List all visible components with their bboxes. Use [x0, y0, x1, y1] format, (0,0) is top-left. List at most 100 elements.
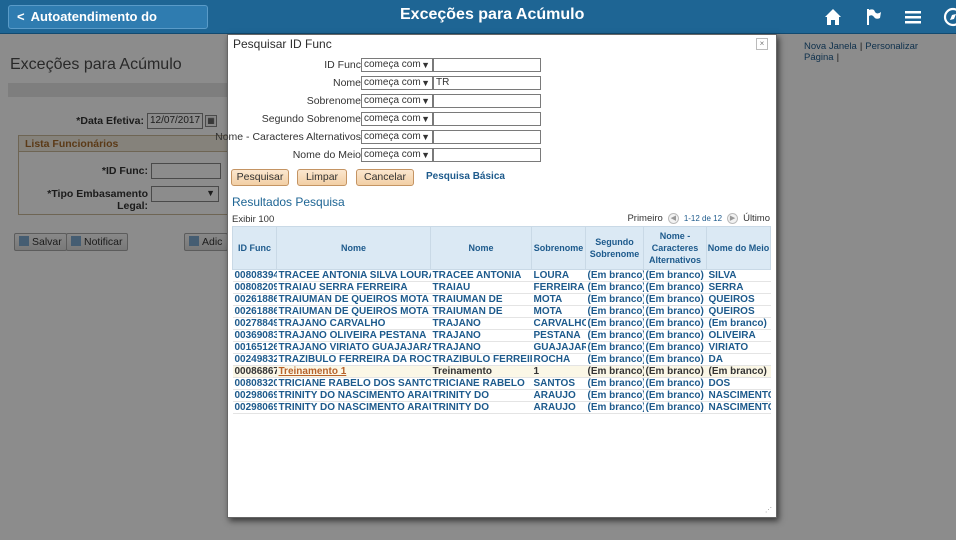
column-header[interactable]: Nome - Caracteres Alternativos — [643, 226, 707, 270]
column-header[interactable]: Nome — [430, 226, 532, 270]
table-cell[interactable]: QUEIROS — [706, 305, 771, 318]
table-cell[interactable]: TRAJANO — [430, 329, 532, 342]
table-row[interactable]: 00086867 Treinamento 1 Treinamento 1 (Em bra… — [232, 365, 771, 378]
next-icon[interactable]: ▶ — [727, 213, 739, 224]
table-cell[interactable]: PESTANA — [531, 329, 586, 342]
table-cell[interactable]: 00249832 — [232, 353, 277, 366]
table-cell[interactable]: (Em branco) — [585, 401, 644, 414]
table-cell[interactable]: SANTOS — [531, 377, 586, 390]
table-cell[interactable]: 00298069 — [232, 401, 277, 414]
criterion-value-input[interactable] — [433, 148, 541, 162]
table-cell[interactable]: TRAIUMAN DE — [430, 293, 532, 306]
table-cell[interactable]: DOS — [706, 377, 771, 390]
table-cell[interactable]: TRAZIBULO FERREIRA — [430, 353, 532, 366]
criterion-value-input[interactable]: TR — [433, 76, 541, 90]
table-row[interactable]: 00165126 TRAJANO VIRIATO GUAJAJARA TRAJANO… — [232, 341, 771, 354]
table-cell[interactable]: 00261886 — [232, 293, 277, 306]
close-icon[interactable]: × — [756, 38, 768, 50]
table-cell[interactable]: (Em branco) — [643, 341, 707, 354]
criterion-value-input[interactable] — [433, 94, 541, 108]
criterion-operator-select[interactable]: começa com ▼ — [361, 94, 433, 108]
flag-icon[interactable] — [862, 6, 884, 28]
ultimo-link[interactable]: Último — [743, 213, 770, 224]
table-cell[interactable]: (Em branco) — [643, 365, 707, 378]
table-cell[interactable]: TRAIUMAN DE — [430, 305, 532, 318]
table-cell[interactable]: TRINITY DO NASCIMENTO ARAUJO — [276, 389, 431, 402]
table-cell[interactable]: VIRIATO — [706, 341, 771, 354]
nova-janela-link[interactable]: Nova Janela — [804, 41, 857, 52]
table-cell[interactable]: 00086867 — [232, 365, 277, 378]
table-cell[interactable]: TRAIUMAN DE QUEIROS MOTA — [276, 305, 431, 318]
table-cell[interactable]: NASCIMENTO — [706, 389, 771, 402]
calendar-icon[interactable]: ▦ — [205, 115, 217, 127]
table-cell[interactable]: (Em branco) — [585, 353, 644, 366]
table-cell[interactable]: TRAJANO — [430, 341, 532, 354]
table-row[interactable]: 00261886 TRAIUMAN DE QUEIROS MOTA TRAIUMAN… — [232, 293, 771, 306]
table-cell[interactable]: OLIVEIRA — [706, 329, 771, 342]
table-cell[interactable]: TRACEE ANTONIA SILVA LOURA — [276, 269, 431, 282]
table-cell[interactable]: TRICIANE RABELO — [430, 377, 532, 390]
pesquisa-basica-link[interactable]: Pesquisa Básica — [426, 171, 505, 182]
table-cell[interactable]: TRACEE ANTONIA — [430, 269, 532, 282]
table-cell[interactable]: 00808320 — [232, 377, 277, 390]
table-cell[interactable]: TRINITY DO — [430, 389, 532, 402]
table-row[interactable]: 00298069TRINITY DO NASCIMENTO ARAUJOTRIN… — [232, 401, 771, 414]
primeiro-link[interactable]: Primeiro — [627, 213, 662, 224]
id-func-input[interactable] — [151, 163, 221, 179]
table-cell[interactable]: ROCHA — [531, 353, 586, 366]
table-cell[interactable]: 00808394 — [232, 269, 277, 282]
table-cell[interactable]: (Em branco) — [585, 365, 644, 378]
adicionar-button[interactable]: Adic — [184, 233, 228, 251]
table-cell[interactable]: TRAJANO VIRIATO GUAJAJARA — [276, 341, 431, 354]
table-row[interactable]: 00278849 TRAJANO CARVALHO TRAJANO CARVALHO(… — [232, 317, 771, 330]
table-cell-link[interactable]: Treinamento 1 — [279, 366, 347, 377]
table-cell[interactable]: (Em branco) — [706, 365, 771, 378]
table-cell[interactable]: (Em branco) — [706, 317, 771, 330]
table-cell[interactable]: TRAIAU SERRA FERREIRA — [276, 281, 431, 294]
criterion-operator-select[interactable]: começa com ▼ — [361, 148, 433, 162]
column-header[interactable]: ID Func — [232, 226, 277, 270]
table-row[interactable]: 00808394 TRACEE ANTONIA SILVA LOURA TRACEE… — [232, 269, 771, 282]
criterion-value-input[interactable] — [433, 58, 541, 72]
home-icon[interactable] — [822, 6, 844, 28]
table-cell[interactable]: TRINITY DO NASCIMENTO ARAUJO — [276, 401, 431, 414]
table-cell[interactable]: Treinamento — [430, 365, 532, 378]
table-cell[interactable]: MOTA — [531, 293, 586, 306]
criterion-operator-select[interactable]: começa com ▼ — [361, 130, 433, 144]
table-cell[interactable]: GUAJAJARA — [531, 341, 586, 354]
table-cell[interactable]: (Em branco) — [643, 401, 707, 414]
table-cell[interactable]: (Em branco) — [585, 305, 644, 318]
compass-icon[interactable] — [942, 6, 956, 28]
column-header[interactable]: Segundo Sobrenome — [585, 226, 644, 270]
table-cell[interactable]: TRAJANO — [430, 317, 532, 330]
table-cell[interactable]: (Em branco) — [643, 281, 707, 294]
table-cell[interactable]: MOTA — [531, 305, 586, 318]
table-cell[interactable]: 00808209 — [232, 281, 277, 294]
table-cell[interactable]: FERREIRA — [531, 281, 586, 294]
table-row[interactable]: 00808209 TRAIAU SERRA FERREIRA TRAIAU FERRE… — [232, 281, 771, 294]
criterion-value-input[interactable] — [433, 130, 541, 144]
table-cell[interactable]: TRAZIBULO FERREIRA DA ROCHA — [276, 353, 431, 366]
table-cell[interactable]: 00261886 — [232, 305, 277, 318]
table-cell[interactable]: (Em branco) — [585, 377, 644, 390]
criterion-operator-select[interactable]: começa com ▼ — [361, 112, 433, 126]
table-cell[interactable]: (Em branco) — [643, 389, 707, 402]
table-cell[interactable]: 1 — [531, 365, 586, 378]
table-row[interactable]: 00808320 TRICIANE RABELO DOS SANTOS TRICIA… — [232, 377, 771, 390]
table-row[interactable]: 00249832 TRAZIBULO FERREIRA DA ROCHA TRAZI… — [232, 353, 771, 366]
table-cell[interactable]: TRICIANE RABELO DOS SANTOS — [276, 377, 431, 390]
table-cell[interactable]: 00165126 — [232, 341, 277, 354]
resize-grip-icon[interactable]: ⋰ — [765, 506, 773, 514]
table-cell[interactable]: (Em branco) — [643, 293, 707, 306]
column-header[interactable]: Nome do Meio — [706, 226, 771, 270]
table-cell[interactable]: ARAUJO — [531, 401, 586, 414]
pesquisar-button[interactable]: Pesquisar — [231, 169, 289, 186]
table-cell[interactable]: TRAJANO CARVALHO — [276, 317, 431, 330]
table-cell[interactable]: TRAIUMAN DE QUEIROS MOTA — [276, 293, 431, 306]
back-button[interactable]: <Autoatendimento do Gerente — [8, 5, 208, 46]
table-cell[interactable]: LOURA — [531, 269, 586, 282]
table-cell[interactable]: (Em branco) — [643, 353, 707, 366]
table-cell[interactable]: SILVA — [706, 269, 771, 282]
table-cell[interactable]: QUEIROS — [706, 293, 771, 306]
table-cell[interactable]: NASCIMENTO — [706, 401, 771, 414]
